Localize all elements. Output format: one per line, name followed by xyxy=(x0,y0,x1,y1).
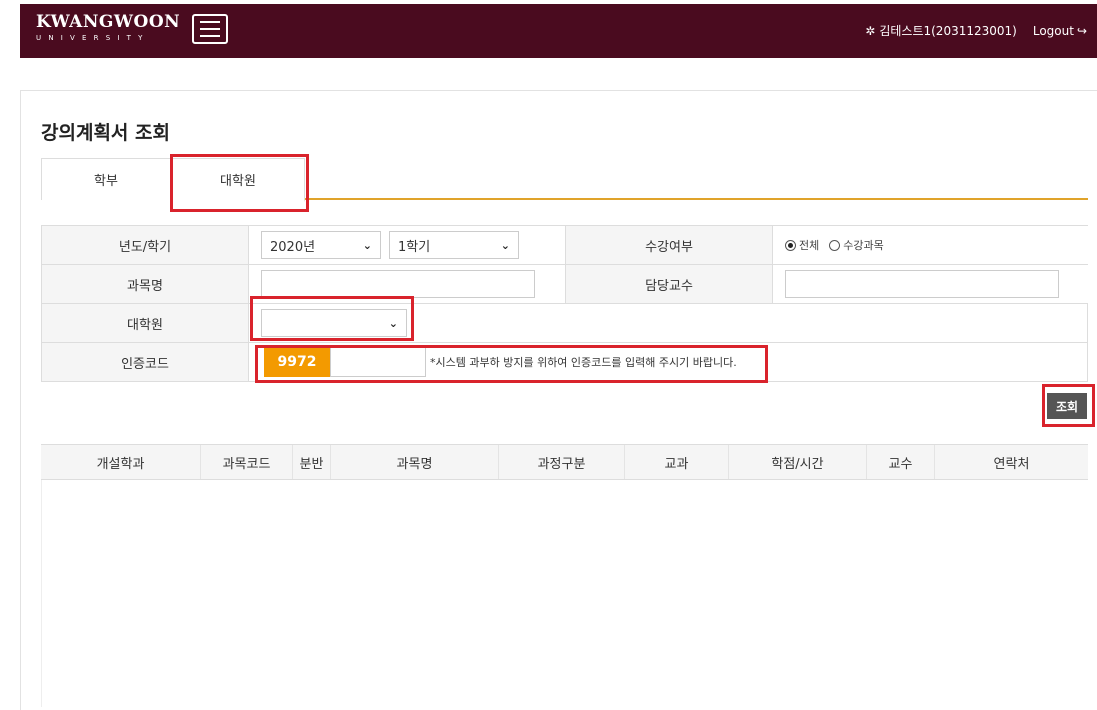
auth-code-input[interactable] xyxy=(330,347,426,377)
auth-code-badge: 9972 xyxy=(264,347,330,377)
chevron-down-icon: ⌄ xyxy=(388,316,398,330)
year-select[interactable]: 2020년 ⌄ xyxy=(261,231,381,259)
hamburger-icon-line xyxy=(200,28,220,30)
logo-sub-text: UNIVERSITY xyxy=(36,34,150,42)
tab-bar: 학부 대학원 xyxy=(41,158,1088,202)
year-select-value: 2020년 xyxy=(270,239,316,255)
user-info[interactable]: ✲ 김테스트1(2031123001) xyxy=(865,22,1017,39)
auth-cell: 9972 *시스템 과부하 방지를 위하여 인증코드를 입력해 주시기 바랍니다… xyxy=(249,343,1088,381)
hamburger-icon xyxy=(200,21,220,23)
radio-enrolled-label: 수강과목 xyxy=(843,239,884,252)
tab-graduate[interactable]: 대학원 xyxy=(171,158,305,202)
radio-checked-icon xyxy=(785,239,796,251)
graduate-select[interactable]: ⌄ xyxy=(261,309,407,337)
year-semester-cell: 2020년 ⌄ 1학기 ⌄ xyxy=(249,226,565,264)
graduate-cell: ⌄ xyxy=(249,304,1088,342)
auth-notice: *시스템 과부하 방지를 위하여 인증코드를 입력해 주시기 바랍니다. xyxy=(430,356,737,369)
enroll-cell: 전체 수강과목 xyxy=(773,226,1088,264)
form-row-year: 년도/학기 2020년 ⌄ 1학기 ⌄ 수강여부 전체 수강과목 xyxy=(41,226,1088,265)
radio-all-label: 전체 xyxy=(799,239,820,252)
form-row-subject: 과목명 담당교수 xyxy=(41,265,1088,304)
tab-undergraduate[interactable]: 학부 xyxy=(41,158,171,200)
logout-icon: ↪ xyxy=(1076,23,1087,38)
column-header-program[interactable]: 과정구분 xyxy=(499,445,625,479)
radio-all[interactable]: 전체 xyxy=(785,237,819,253)
column-header-course-name[interactable]: 과목명 xyxy=(331,445,499,479)
subject-input[interactable] xyxy=(261,270,535,298)
user-name: 김테스트1(2031123001) xyxy=(879,24,1017,38)
column-header-course-code[interactable]: 과목코드 xyxy=(201,445,293,479)
logout-button[interactable]: Logout ↪ xyxy=(1033,24,1087,38)
graduate-label: 대학원 xyxy=(41,304,249,342)
top-navigation-bar: KWANGWOON UNIVERSITY ✲ 김테스트1(2031123001)… xyxy=(20,4,1097,58)
menu-toggle-button[interactable] xyxy=(192,14,228,44)
column-header-professor[interactable]: 교수 xyxy=(867,445,935,479)
auth-label: 인증코드 xyxy=(41,343,249,381)
radio-enrolled[interactable]: 수강과목 xyxy=(829,237,884,253)
logout-label: Logout xyxy=(1032,23,1074,38)
chevron-down-icon: ⌄ xyxy=(362,238,372,252)
subject-cell xyxy=(249,265,565,303)
search-form: 년도/학기 2020년 ⌄ 1학기 ⌄ 수강여부 전체 수강과목 과목명 담당교… xyxy=(41,225,1088,382)
enroll-radio-group: 전체 수강과목 xyxy=(785,237,884,253)
form-row-graduate: 대학원 ⌄ xyxy=(41,304,1088,343)
professor-label: 담당교수 xyxy=(565,265,773,303)
enroll-label: 수강여부 xyxy=(565,226,773,264)
column-header-curriculum[interactable]: 교과 xyxy=(625,445,729,479)
year-semester-label: 년도/학기 xyxy=(41,226,249,264)
semester-select[interactable]: 1학기 ⌄ xyxy=(389,231,519,259)
form-row-auth: 인증코드 9972 *시스템 과부하 방지를 위하여 인증코드를 입력해 주시기… xyxy=(41,343,1088,382)
chevron-down-icon: ⌄ xyxy=(500,238,510,252)
hamburger-icon-line xyxy=(200,35,220,37)
professor-cell xyxy=(773,265,1088,303)
subject-label: 과목명 xyxy=(41,265,249,303)
results-table-body xyxy=(41,480,1088,707)
column-header-credits-hours[interactable]: 학점/시간 xyxy=(729,445,867,479)
results-table-header: 개설학과 과목코드 분반 과목명 과정구분 교과 학점/시간 교수 연락처 xyxy=(41,444,1088,480)
page-title: 강의계획서 조회 xyxy=(41,122,170,144)
column-header-contact[interactable]: 연락처 xyxy=(935,445,1088,479)
search-button[interactable]: 조회 xyxy=(1047,393,1087,419)
gear-icon: ✲ xyxy=(865,23,876,38)
radio-unchecked-icon xyxy=(829,239,841,251)
professor-input[interactable] xyxy=(785,270,1059,298)
semester-select-value: 1학기 xyxy=(398,239,431,255)
university-logo[interactable]: KWANGWOON UNIVERSITY xyxy=(36,12,180,43)
logo-main-text: KWANGWOON xyxy=(36,12,181,32)
user-area: ✲ 김테스트1(2031123001) Logout ↪ xyxy=(865,22,1087,39)
column-header-department[interactable]: 개설학과 xyxy=(41,445,201,479)
column-header-section[interactable]: 분반 xyxy=(293,445,331,479)
